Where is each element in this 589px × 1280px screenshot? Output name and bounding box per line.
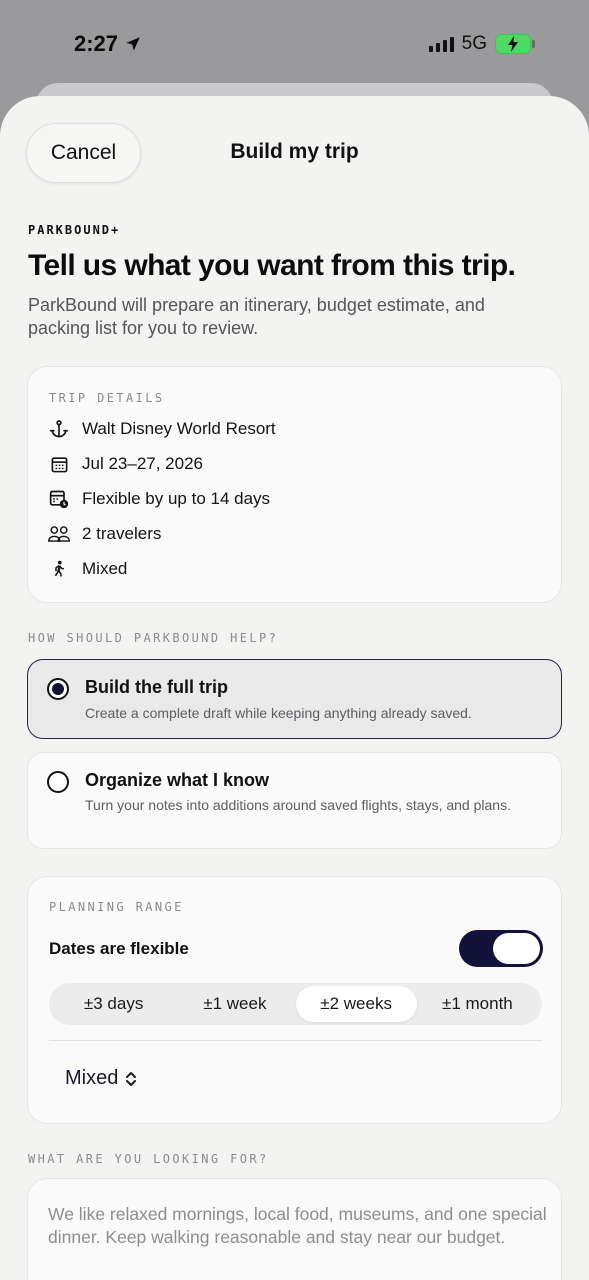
option-build-full-trip[interactable]: Build the full trip Create a complete dr… xyxy=(27,659,562,739)
pace-text: Mixed xyxy=(82,559,128,578)
battery-charging-icon xyxy=(495,34,535,54)
trip-details-card: TRIP DETAILS Walt Disney World Resort Ju… xyxy=(27,366,562,603)
flexibility-text: Flexible by up to 14 days xyxy=(82,489,271,508)
travelers-text: 2 travelers xyxy=(82,524,162,543)
looking-for-label: WHAT ARE YOU LOOKING FOR? xyxy=(28,1152,269,1166)
help-section-label: HOW SHOULD PARKBOUND HELP? xyxy=(28,631,279,645)
divider xyxy=(49,1040,542,1041)
time-text: 2:27 xyxy=(74,31,119,56)
chevron-up-down-icon xyxy=(126,1071,137,1086)
segment-1-week[interactable]: ±1 week xyxy=(174,986,295,1022)
calendar-icon xyxy=(48,453,70,475)
network-type: 5G xyxy=(461,33,487,54)
option-organize-what-i-know[interactable]: Organize what I know Turn your notes int… xyxy=(27,752,562,849)
page-subtext: ParkBound will prepare an itinerary, bud… xyxy=(28,295,485,338)
detail-pace: Mixed xyxy=(48,558,127,580)
sheet-title: Build my trip xyxy=(230,140,359,163)
signal-bars-icon xyxy=(428,36,454,52)
range-segmented-control: ±3 days ±1 week ±2 weeks ±1 month xyxy=(49,983,542,1025)
status-indicators: 5G xyxy=(428,33,535,55)
pace-picker-value: Mixed xyxy=(65,1067,119,1089)
segment-1-month[interactable]: ±1 month xyxy=(417,986,538,1022)
option-description: Turn your notes into additions around sa… xyxy=(85,797,511,813)
planning-range-card: PLANNING RANGE Dates are flexible ±3 day… xyxy=(27,876,562,1124)
status-bar: 2:27 5G xyxy=(0,0,589,90)
pace-picker[interactable]: Mixed xyxy=(65,1067,138,1090)
radio-unselected[interactable] xyxy=(47,771,69,793)
option-title: Build the full trip xyxy=(85,677,228,697)
dates-flexible-label: Dates are flexible xyxy=(49,939,189,958)
looking-for-input[interactable]: We like relaxed mornings, local food, mu… xyxy=(27,1178,562,1280)
dates-flexible-toggle[interactable] xyxy=(459,930,543,967)
status-time: 2:27 xyxy=(74,31,142,57)
option-title: Organize what I know xyxy=(85,770,270,790)
walking-person-icon xyxy=(48,558,70,580)
planning-range-label: PLANNING RANGE xyxy=(49,900,184,914)
detail-flexibility: Flexible by up to 14 days xyxy=(48,488,270,510)
looking-for-placeholder: We like relaxed mornings, local food, mu… xyxy=(48,1204,547,1247)
segment-3-days[interactable]: ±3 days xyxy=(53,986,174,1022)
dates-text: Jul 23–27, 2026 xyxy=(82,454,203,473)
page-headline: Tell us what you want from this trip. xyxy=(28,249,516,282)
detail-dates: Jul 23–27, 2026 xyxy=(48,453,203,475)
calendar-clock-icon xyxy=(48,488,70,510)
detail-destination: Walt Disney World Resort xyxy=(48,418,276,440)
trip-details-label: TRIP DETAILS xyxy=(49,391,165,405)
detail-travelers: 2 travelers xyxy=(48,523,161,545)
radio-selected[interactable] xyxy=(47,678,69,700)
travelers-icon xyxy=(48,523,70,545)
brand-eyebrow: PARKBOUND+ xyxy=(28,223,121,237)
segment-2-weeks[interactable]: ±2 weeks xyxy=(295,986,417,1022)
anchor-icon xyxy=(48,418,70,440)
location-arrow-icon xyxy=(126,37,140,51)
build-trip-sheet: Cancel Build my trip PARKBOUND+ Tell us … xyxy=(0,96,589,1280)
destination-text: Walt Disney World Resort xyxy=(82,419,276,438)
option-description: Create a complete draft while keeping an… xyxy=(85,705,472,721)
